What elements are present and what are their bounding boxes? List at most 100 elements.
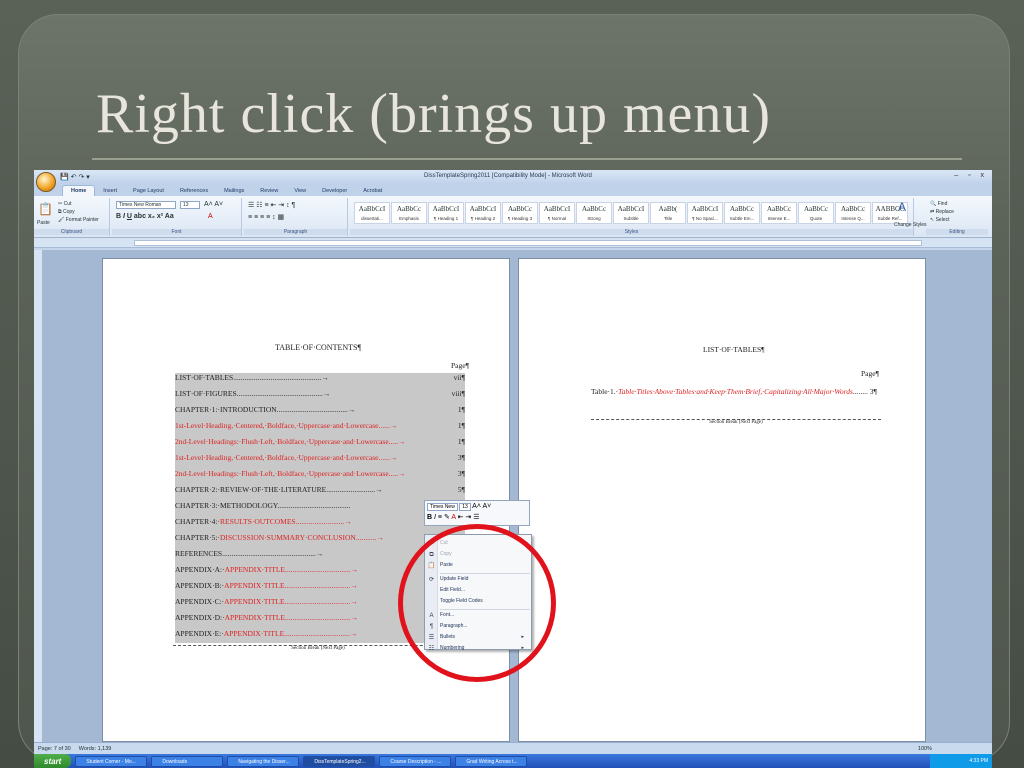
toc-row[interactable]: LIST·OF·TABLES..........................… xyxy=(175,373,465,382)
highlight-circle xyxy=(398,524,556,682)
toc-page-number: 3¶ xyxy=(455,469,465,478)
mini-toolbar: Times New 13 A˄ A˅ B I ≡ ✎ A ⇤ ⇥ ☰ xyxy=(424,500,530,526)
page-list-of-tables[interactable]: LIST·OF·TABLES¶ Page¶ Table·1.·Table·Tit… xyxy=(518,258,926,742)
tab-acrobat[interactable]: Acrobat xyxy=(355,186,390,196)
mini-format-buttons[interactable]: B I ≡ ✎ A ⇤ ⇥ ☰ xyxy=(427,513,527,521)
format-buttons[interactable]: B I U abc x₂ x² Aa xyxy=(116,213,174,220)
paste-button[interactable]: Paste xyxy=(37,220,50,226)
style-tile[interactable]: AaBbCc Intense E... xyxy=(761,202,797,224)
toc-row[interactable]: 2nd-Level·Headings:·Flush·Left,·Boldface… xyxy=(175,469,465,478)
page-count[interactable]: Page: 7 of 30 xyxy=(38,746,71,752)
font-name-box[interactable]: Times New Roman xyxy=(116,201,176,209)
copy-button[interactable]: ⧉ Copy xyxy=(58,209,75,215)
style-tile[interactable]: AaBbCcI ¶ No Spaci... xyxy=(687,202,723,224)
ruler-strip xyxy=(134,240,922,246)
toc-page-number: 5¶ xyxy=(455,485,465,494)
lot-title: LIST·OF·TABLES¶ xyxy=(703,345,765,354)
paragraph-group: ☰ ☷ ≡ ⇤ ⇥ ↕ ¶ ≡ ≡ ≡ ≡ ↕ ▦ Paragraph xyxy=(244,198,348,236)
toc-row[interactable]: CHAPTER·1:·INTRODUCTION.................… xyxy=(175,405,465,414)
horizontal-ruler[interactable] xyxy=(34,238,992,248)
replace-button[interactable]: ⇄ Replace xyxy=(930,209,954,215)
font-color-icon[interactable]: A xyxy=(208,213,213,220)
change-styles-icon[interactable]: A xyxy=(898,200,906,214)
toc-row[interactable]: CHAPTER·5:·DISCUSSION·SUMMARY·CONCLUSION… xyxy=(175,533,465,542)
toc-row[interactable]: CHAPTER·4:·RESULTS·OUTCOMES.............… xyxy=(175,517,465,526)
style-tile[interactable]: AaBbCc Emphasis xyxy=(391,202,427,224)
tab-view[interactable]: View xyxy=(286,186,314,196)
align-buttons[interactable]: ≡ ≡ ≡ ≡ ↕ ▦ xyxy=(248,213,284,221)
toc-row[interactable]: 2nd-Level·Headings:·Flush·Left,·Boldface… xyxy=(175,437,465,446)
taskbar-item[interactable]: DissTemplateSpring2... xyxy=(303,755,376,767)
taskbar-item[interactable]: Grad Writing Across t... xyxy=(455,755,528,767)
taskbar-item[interactable]: Downloads xyxy=(151,755,224,767)
system-tray: 4:33 PM xyxy=(930,754,992,768)
start-button[interactable]: start xyxy=(34,754,72,768)
toc-row[interactable]: 1st-Level·Heading,·Centered,·Boldface,·U… xyxy=(175,421,465,430)
toc-row[interactable]: CHAPTER·3:·METHODOLOGY..................… xyxy=(175,501,465,510)
tab-developer[interactable]: Developer xyxy=(314,186,355,196)
quick-access-toolbar[interactable]: 💾 ↶ ↷ ▾ xyxy=(60,173,90,181)
lot-row: Table·1.·Table·Titles·Above·Tables·and·K… xyxy=(591,387,877,396)
toc-row[interactable]: 1st-Level·Heading,·Centered,·Boldface,·U… xyxy=(175,453,465,462)
select-button[interactable]: ↖ Select xyxy=(930,217,950,223)
mini-font-box[interactable]: Times New xyxy=(427,503,458,511)
word-count[interactable]: Words: 1,139 xyxy=(79,746,112,752)
tab-page-layout[interactable]: Page Layout xyxy=(125,186,172,196)
clipboard-group: 📋 Paste ✂ Cut ⧉ Copy 🖌 Format Painter Cl… xyxy=(34,198,110,236)
font-label: Font xyxy=(112,229,241,235)
style-tile[interactable]: AaBbCc Subtle Em... xyxy=(724,202,760,224)
binoculars-icon: 🔍 xyxy=(930,201,938,207)
tab-references[interactable]: References xyxy=(172,186,216,196)
tab-mailings[interactable]: Mailings xyxy=(216,186,252,196)
toc-row[interactable]: CHAPTER·2:·REVIEW·OF·THE·LITERATURE.....… xyxy=(175,485,465,494)
toc-row[interactable]: LIST·OF·FIGURES.........................… xyxy=(175,389,465,398)
slide-title: Right click (brings up menu) xyxy=(96,83,772,145)
ribbon: 📋 Paste ✂ Cut ⧉ Copy 🖌 Format Painter Cl… xyxy=(34,196,992,238)
toc-page-number: 1¶ xyxy=(455,437,465,446)
font-size-box[interactable]: 13 xyxy=(180,201,200,209)
style-tile[interactable]: AaBbCc Intense Q... xyxy=(835,202,871,224)
taskbar-item[interactable]: Student Corner - Mo... xyxy=(75,755,148,767)
format-painter-button[interactable]: 🖌 Format Painter xyxy=(58,217,99,223)
style-tile[interactable]: AaBbCc Strong xyxy=(576,202,612,224)
font-group: Times New Roman 13 A˄ A˅ B I U abc x₂ x²… xyxy=(112,198,242,236)
style-tile[interactable]: AaBb(Title xyxy=(650,202,686,224)
ribbon-tabs: Home Insert Page Layout References Mailings R… xyxy=(34,184,992,196)
styles-group: Styles AaBbCcI dissertati... AaBbCc Emphasi… xyxy=(350,198,914,236)
taskbar-item[interactable]: Course Description - ... xyxy=(379,755,452,767)
style-tile[interactable]: AaBbCcI Subtitle xyxy=(613,202,649,224)
styles-label: Styles xyxy=(350,229,913,235)
tab-review[interactable]: Review xyxy=(252,186,286,196)
list-buttons[interactable]: ☰ ☷ ≡ ⇤ ⇥ ↕ ¶ xyxy=(248,201,295,209)
cut-button[interactable]: ✂ Cut xyxy=(58,201,71,207)
style-tile[interactable]: AaBbCcI dissertati... xyxy=(354,202,390,224)
mini-grow-icon[interactable]: A˄ A˅ xyxy=(472,503,491,510)
vertical-ruler xyxy=(34,250,42,742)
style-tile[interactable]: AaBbCcI ¶ Normal xyxy=(539,202,575,224)
style-tile[interactable]: AaBbCc Quote xyxy=(798,202,834,224)
style-tile[interactable]: AaBbCc ¶ Heading 3 xyxy=(502,202,538,224)
word-window: 💾 ↶ ↷ ▾ DissTemplateSpring2011 [Compatib… xyxy=(34,170,992,768)
window-controls[interactable]: – ▫ x xyxy=(954,172,988,179)
style-tile[interactable]: AaBbCcI ¶ Heading 2 xyxy=(465,202,501,224)
find-button[interactable]: 🔍 Find xyxy=(930,201,947,207)
toc-page-label: Page¶ xyxy=(451,361,469,370)
change-styles-button[interactable]: Change Styles xyxy=(894,222,927,228)
grow-font-icon[interactable]: A˄ A˅ xyxy=(204,201,223,208)
toc-title: TABLE·OF·CONTENTS¶ xyxy=(275,343,362,352)
editing-group: 🔍 Find ⇄ Replace ↖ Select Editing xyxy=(926,198,988,236)
office-button[interactable] xyxy=(36,172,56,192)
clipboard-label: Clipboard xyxy=(34,229,109,235)
mini-size-box[interactable]: 13 xyxy=(459,503,471,511)
taskbar: start Student Corner - Mo... Downloads Nav… xyxy=(34,754,992,768)
paste-icon[interactable]: 📋 xyxy=(38,202,53,216)
tab-home[interactable]: Home xyxy=(62,185,96,196)
style-tile[interactable]: AaBbCcI ¶ Heading 1 xyxy=(428,202,464,224)
title-underline xyxy=(92,158,962,160)
zoom-level[interactable]: 100% xyxy=(918,746,932,752)
toc-page-number: 1¶ xyxy=(455,405,465,414)
tab-insert[interactable]: Insert xyxy=(95,186,125,196)
section-break-2: Section Break (Next Page) xyxy=(591,419,881,425)
status-bar: Page: 7 of 30 Words: 1,139 100% xyxy=(34,742,992,754)
taskbar-item[interactable]: Navigating the Disser... xyxy=(227,755,300,767)
